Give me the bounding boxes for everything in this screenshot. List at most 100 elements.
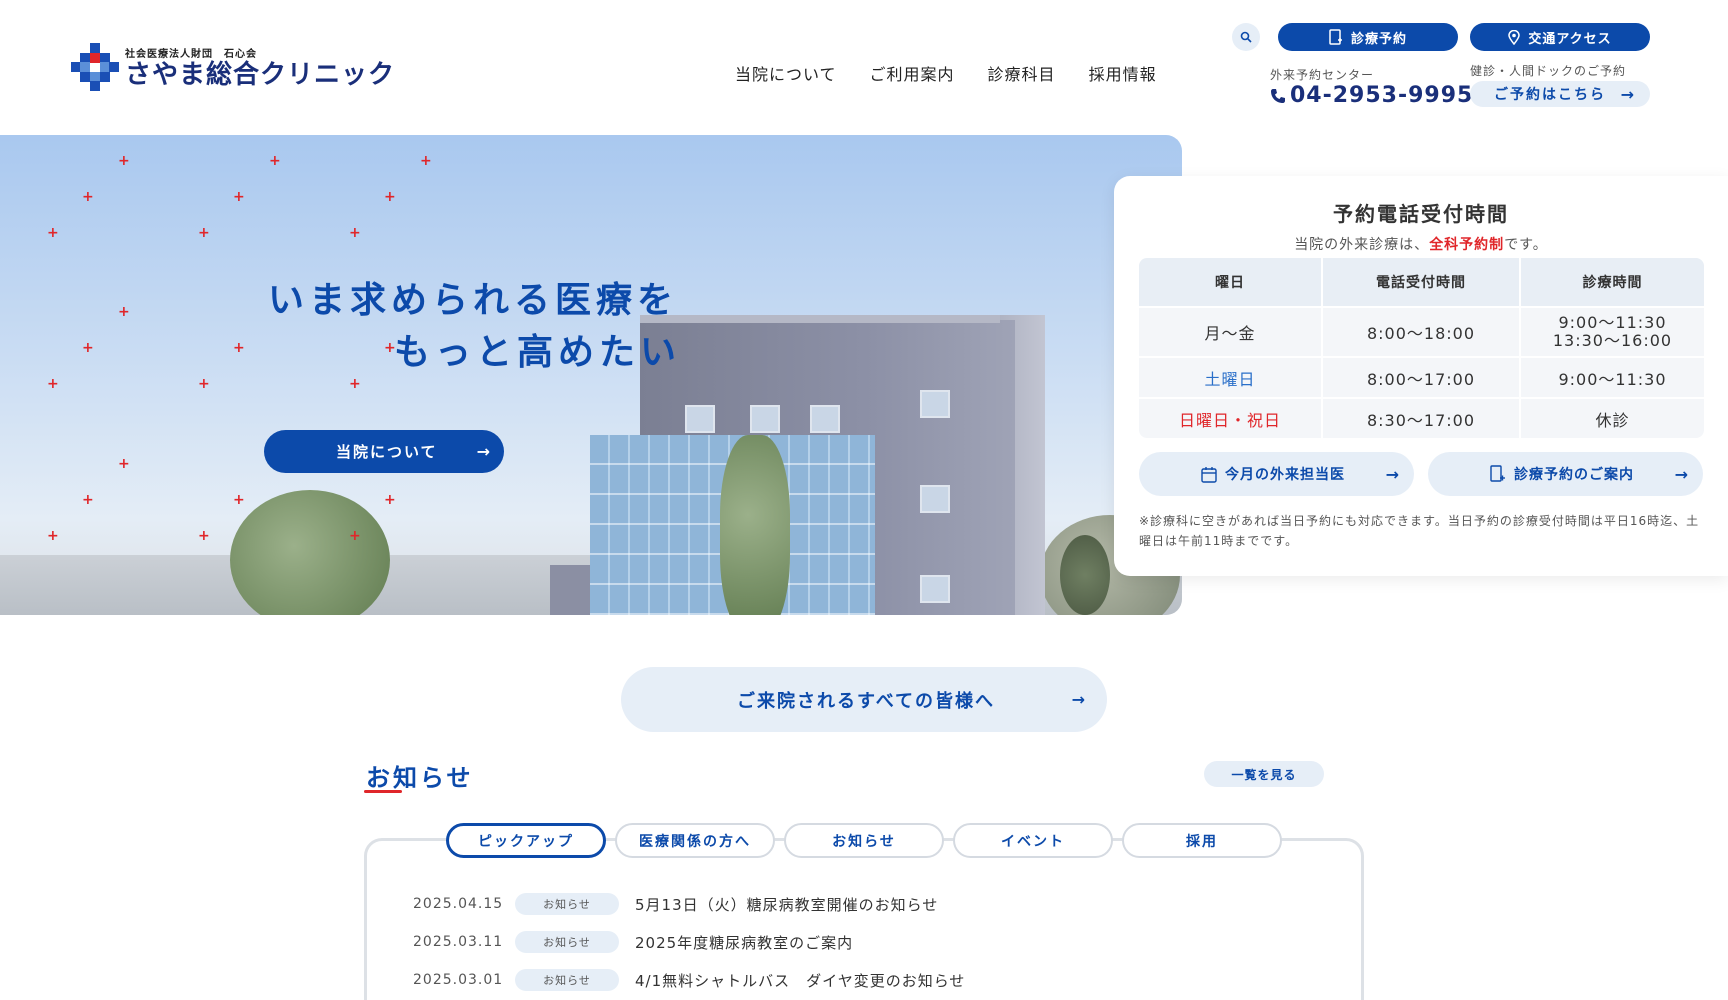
table-row: 土曜日 8:00～17:00 9:00～11:30: [1139, 356, 1704, 397]
hero-catch-line1: いま求められる医療を: [268, 280, 679, 321]
hours-header-clinic: 診療時間: [1521, 258, 1704, 306]
logo-subtitle: 社会医療法人財団 石心会: [125, 48, 257, 60]
global-nav: 当院について ご利用案内 診療科目 採用情報: [735, 61, 1190, 85]
dock-reserve-button[interactable]: ご予約はこちら →: [1470, 81, 1650, 107]
hours-day: 日曜日・祝日: [1139, 397, 1323, 438]
news-date: 2025.03.01: [413, 972, 504, 988]
news-date: 2025.04.15: [413, 896, 504, 912]
dock-reserve-label: ご予約はこちら: [1494, 87, 1606, 103]
cross-ornament: +: [47, 376, 59, 392]
tree-image: [230, 490, 390, 615]
tab-event[interactable]: イベント: [953, 823, 1113, 858]
access-button-label: 交通アクセス: [1528, 31, 1612, 47]
visitors-info-label: ご来院されるすべての皆様へ: [737, 690, 996, 712]
list-item[interactable]: 2025.03.11 お知らせ 2025年度糖尿病教室のご案内: [413, 931, 853, 953]
cross-ornament: +: [118, 153, 130, 169]
cross-ornament: +: [269, 153, 281, 169]
cross-ornament: +: [349, 376, 361, 392]
cross-ornament: +: [233, 189, 245, 205]
hero-about-label: 当院について: [336, 443, 438, 461]
clinic-logo[interactable]: 社会医療法人財団 石心会 さやま総合クリニック: [71, 43, 395, 91]
nav-recruit[interactable]: 採用情報: [1089, 61, 1157, 85]
hours-note-highlight: 全科予約制: [1429, 237, 1505, 253]
news-link[interactable]: 2025年度糖尿病教室のご案内: [635, 932, 853, 953]
hours-clinic-am: 9:00～11:30: [1558, 313, 1667, 332]
arrow-right-icon: →: [1620, 84, 1636, 104]
reserve-button[interactable]: 診療予約: [1278, 23, 1458, 51]
cross-ornament: +: [420, 153, 432, 169]
reserve-guide-label: 診療予約のご案内: [1514, 467, 1634, 483]
news-date: 2025.03.11: [413, 934, 504, 950]
hero-about-button[interactable]: 当院について →: [264, 430, 504, 473]
document-plus-icon: [1490, 465, 1505, 482]
hours-note-suffix: です。: [1504, 237, 1548, 253]
phone-icon: [1271, 88, 1285, 103]
hours-title: 予約電話受付時間: [1333, 202, 1509, 226]
cross-ornament: +: [118, 304, 130, 320]
tab-recruit[interactable]: 採用: [1122, 823, 1282, 858]
cross-ornament: +: [118, 456, 130, 472]
news-heading-underline: [364, 790, 402, 793]
news-see-all-button[interactable]: 一覧を見る: [1204, 761, 1324, 787]
phone-hours-card: 予約電話受付時間 当院の外来診療は、全科予約制です。 曜日 電話受付時間 診療時…: [1114, 176, 1728, 576]
map-pin-icon: [1508, 29, 1521, 45]
hours-header-day: 曜日: [1139, 258, 1323, 306]
hero-visual: + + + + + + + + + + + + + + + + + + + + …: [0, 135, 1182, 615]
table-row: 月～金 8:00～18:00 9:00～11:30 13:30～16:00: [1139, 306, 1704, 356]
hours-clinic: 休診: [1521, 397, 1704, 438]
cross-ornament: +: [384, 492, 396, 508]
cross-ornament: +: [47, 528, 59, 544]
list-item[interactable]: 2025.04.15 お知らせ 5月13日（火）糖尿病教室開催のお知らせ: [413, 893, 938, 915]
cross-ornament: +: [198, 528, 210, 544]
tel-center-label: 外来予約センター: [1270, 68, 1375, 82]
news-category-badge: お知らせ: [515, 969, 619, 991]
today-doctor-button[interactable]: 今月の外来担当医 →: [1139, 452, 1414, 496]
news-link[interactable]: 5月13日（火）糖尿病教室開催のお知らせ: [635, 894, 938, 915]
hours-clinic-pm: 13:30～16:00: [1552, 331, 1673, 350]
arrow-right-icon: →: [1674, 464, 1689, 484]
search-button[interactable]: [1232, 23, 1260, 51]
hours-day: 土曜日: [1139, 356, 1323, 397]
news-heading: お知らせ: [366, 764, 474, 792]
tel-number[interactable]: 04-2953-9995: [1270, 83, 1473, 108]
nav-departments[interactable]: 診療科目: [988, 61, 1056, 85]
hours-footnote: ※診療科に空きがあれば当日予約にも対応できます。当日予約の診療受付時間は平日16…: [1139, 514, 1700, 548]
dock-label: 健診・人間ドックのご予約: [1470, 64, 1627, 78]
nav-about[interactable]: 当院について: [735, 61, 837, 85]
news-tabs: ピックアップ 医療関係の方へ お知らせ イベント 採用: [446, 823, 1282, 858]
arrow-right-icon: →: [476, 442, 492, 461]
cross-ornament: +: [233, 492, 245, 508]
hours-phone: 8:00～18:00: [1323, 306, 1521, 356]
visitors-info-button[interactable]: ご来院されるすべての皆様へ →: [621, 667, 1107, 732]
hours-phone: 8:30～17:00: [1323, 397, 1521, 438]
tab-pickup[interactable]: ピックアップ: [446, 823, 606, 858]
calendar-icon: [1201, 466, 1217, 483]
building-window: [920, 575, 950, 603]
tel-number-text: 04-2953-9995: [1290, 83, 1474, 108]
cross-ornament: +: [82, 189, 94, 205]
hours-table: 曜日 電話受付時間 診療時間 月～金 8:00～18:00 9:00～11:30…: [1139, 258, 1704, 438]
hours-clinic: 9:00～11:30 13:30～16:00: [1521, 306, 1704, 356]
tab-medical[interactable]: 医療関係の方へ: [615, 823, 775, 858]
cross-ornament: +: [349, 225, 361, 241]
cross-ornament: +: [82, 492, 94, 508]
reserve-guide-button[interactable]: 診療予約のご案内 →: [1428, 452, 1703, 496]
building-window: [685, 405, 715, 433]
nav-guide[interactable]: ご利用案内: [870, 61, 955, 85]
list-item[interactable]: 2025.03.01 お知らせ 4/1無料シャトルバス ダイヤ変更のお知らせ: [413, 969, 965, 991]
cross-ornament: +: [198, 225, 210, 241]
cross-ornament: +: [349, 528, 361, 544]
cross-ornament: +: [233, 340, 245, 356]
hours-header-phone: 電話受付時間: [1323, 258, 1521, 306]
building-window: [750, 405, 780, 433]
tree-image: [1060, 535, 1110, 615]
hours-note-prefix: 当院の外来診療は、: [1294, 237, 1430, 253]
hours-phone: 8:00～17:00: [1323, 356, 1521, 397]
cross-ornament: +: [198, 376, 210, 392]
tab-notice[interactable]: お知らせ: [784, 823, 944, 858]
document-icon: [1329, 29, 1342, 45]
cross-ornament: +: [384, 189, 396, 205]
access-button[interactable]: 交通アクセス: [1470, 23, 1650, 51]
news-link[interactable]: 4/1無料シャトルバス ダイヤ変更のお知らせ: [635, 970, 965, 991]
cross-ornament: +: [47, 225, 59, 241]
